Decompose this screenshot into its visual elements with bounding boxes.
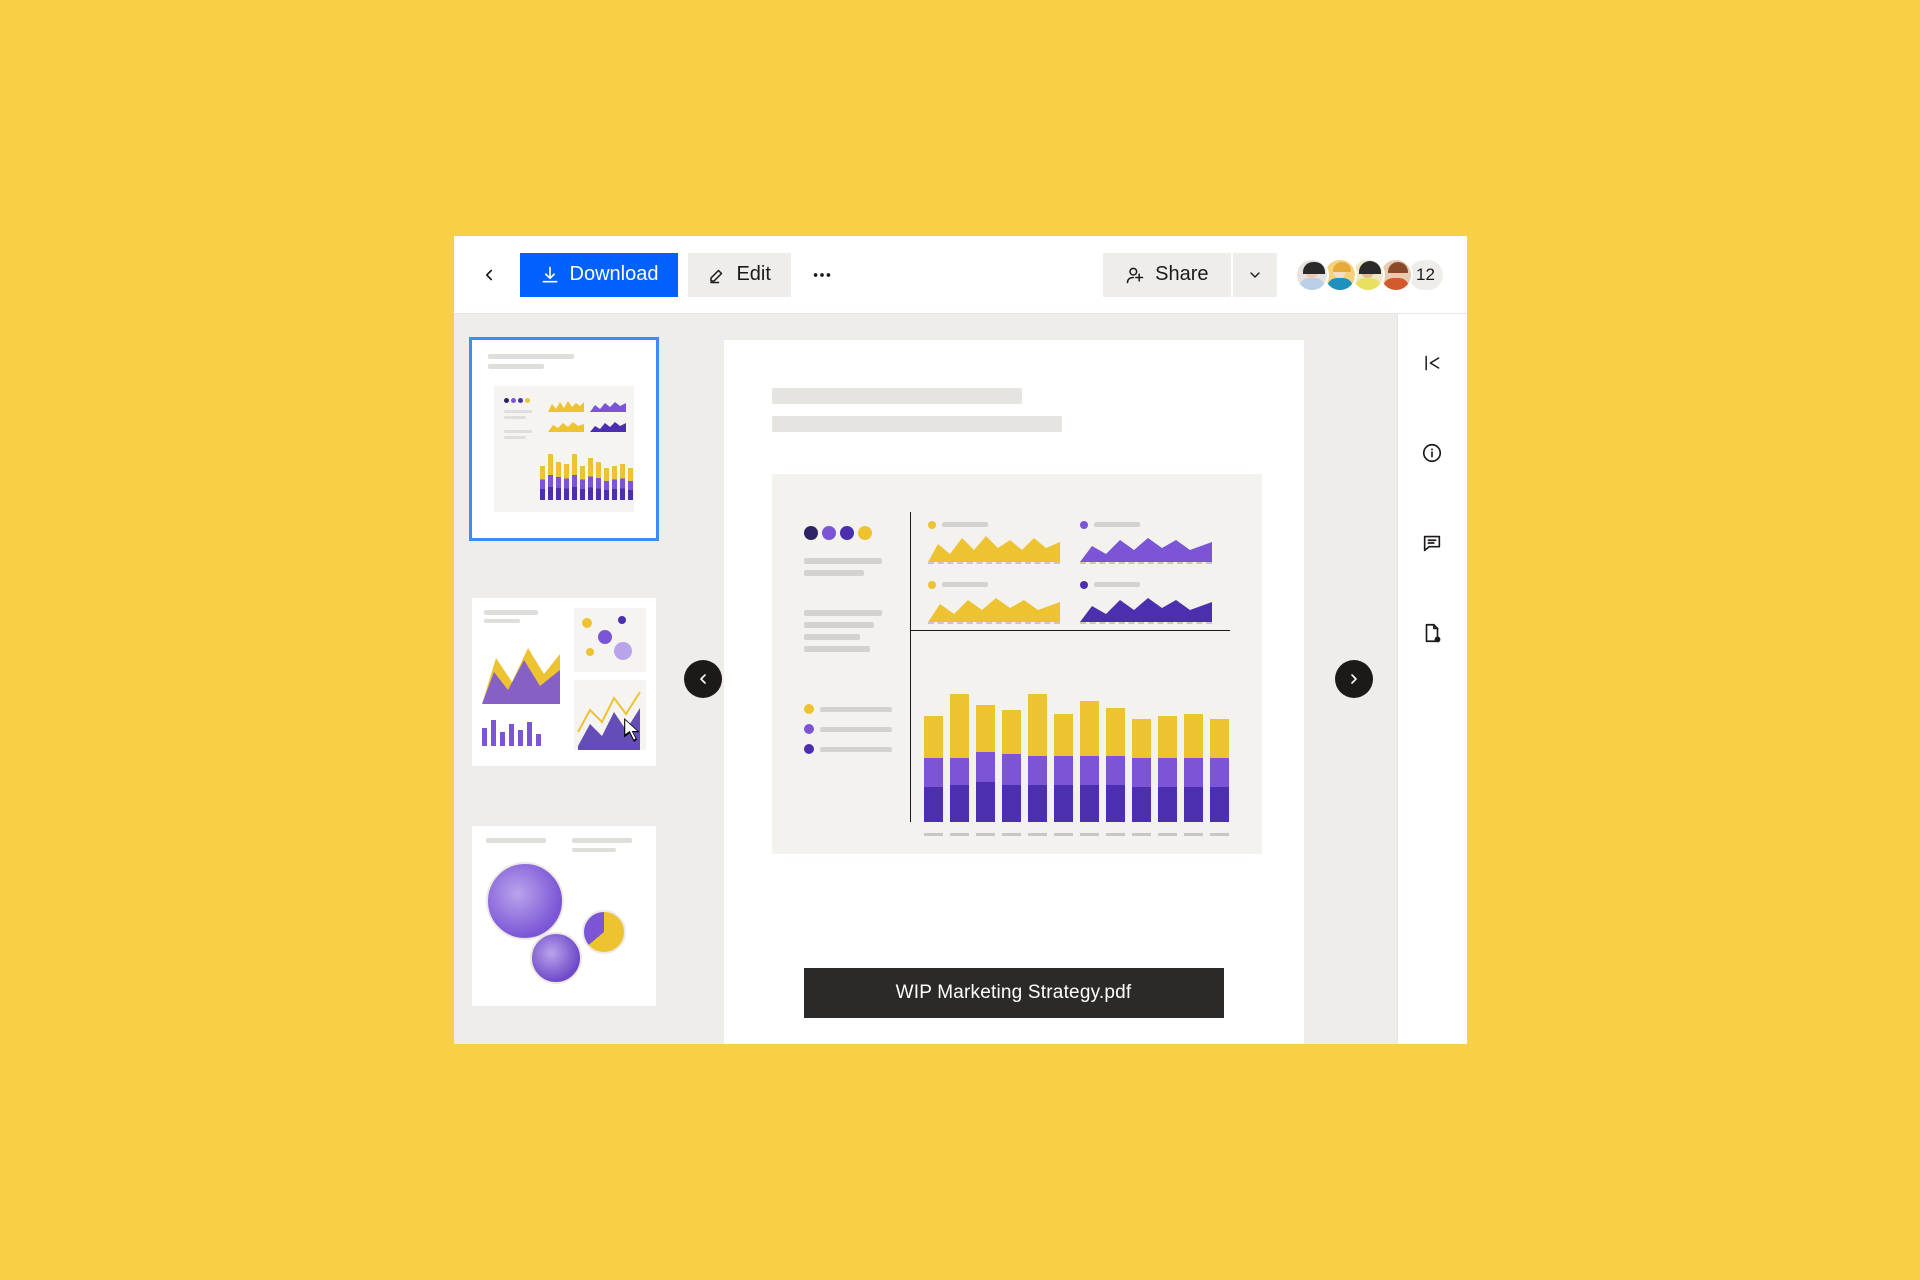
share-button[interactable]: Share (1103, 253, 1230, 297)
page-thumbnail-3[interactable] (472, 826, 656, 1006)
chart-panel (772, 474, 1262, 854)
chevron-left-icon (695, 671, 711, 687)
person-add-icon (1125, 265, 1145, 285)
thumbnail-column (454, 314, 674, 1044)
facepile: 12 (1301, 258, 1445, 292)
share-label: Share (1155, 263, 1208, 286)
file-activity-icon (1421, 622, 1443, 644)
edit-button[interactable]: Edit (688, 253, 790, 297)
filename-overlay: WIP Marketing Strategy.pdf (804, 968, 1224, 1018)
page-thumbnail-2[interactable] (472, 598, 656, 766)
page-viewer: WIP Marketing Strategy.pdf (674, 314, 1397, 1044)
back-button[interactable] (468, 254, 510, 296)
chart-legend (804, 704, 892, 754)
right-rail (1397, 314, 1467, 1044)
download-button[interactable]: Download (520, 253, 679, 297)
next-page-button[interactable] (1335, 660, 1373, 698)
avatar[interactable] (1295, 258, 1329, 292)
page-thumbnail-1[interactable] (472, 340, 656, 538)
filename-text: WIP Marketing Strategy.pdf (896, 982, 1132, 1004)
page: WIP Marketing Strategy.pdf (724, 340, 1304, 1044)
share-caret[interactable] (1233, 253, 1277, 297)
share-group: Share (1103, 253, 1276, 297)
collapse-rail-button[interactable] (1411, 342, 1453, 384)
chevron-left-icon (480, 266, 498, 284)
info-icon (1421, 442, 1443, 464)
download-icon (540, 265, 560, 285)
stacked-bar-chart (924, 646, 1230, 822)
download-label: Download (570, 263, 659, 286)
chart-header-dots (804, 526, 892, 540)
preview-body: WIP Marketing Strategy.pdf (454, 314, 1467, 1044)
edit-icon (708, 266, 726, 284)
thumb-chart (494, 386, 634, 512)
edit-label: Edit (736, 263, 770, 286)
more-icon (811, 264, 833, 286)
collapse-icon (1422, 353, 1442, 373)
file-activity-button[interactable] (1411, 612, 1453, 654)
comment-icon (1421, 532, 1443, 554)
prev-page-button[interactable] (684, 660, 722, 698)
preview-window: Download Edit Share (454, 236, 1467, 1044)
chevron-right-icon (1346, 671, 1362, 687)
comments-button[interactable] (1411, 522, 1453, 564)
toolbar: Download Edit Share (454, 236, 1467, 314)
info-button[interactable] (1411, 432, 1453, 474)
chevron-down-icon (1247, 267, 1263, 283)
more-button[interactable] (801, 254, 843, 296)
